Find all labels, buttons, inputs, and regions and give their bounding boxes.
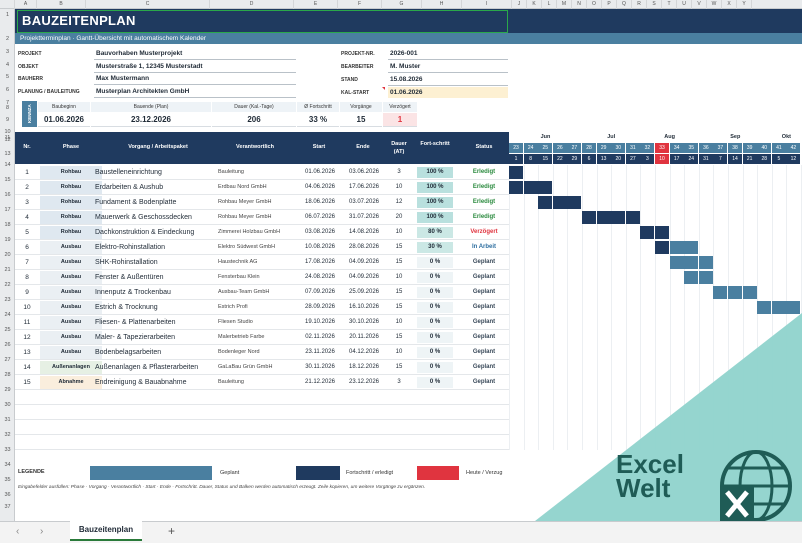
sheet-next-icon[interactable]: › — [40, 526, 43, 537]
excel-logo-icon — [720, 450, 792, 522]
brand-welt: Welt — [616, 473, 671, 503]
sheet-tab-bauzeitenplan[interactable]: Bauzeitenplan — [70, 521, 142, 541]
add-sheet-button[interactable]: + — [168, 524, 175, 538]
sheet-prev-icon[interactable]: ‹ — [16, 526, 19, 537]
